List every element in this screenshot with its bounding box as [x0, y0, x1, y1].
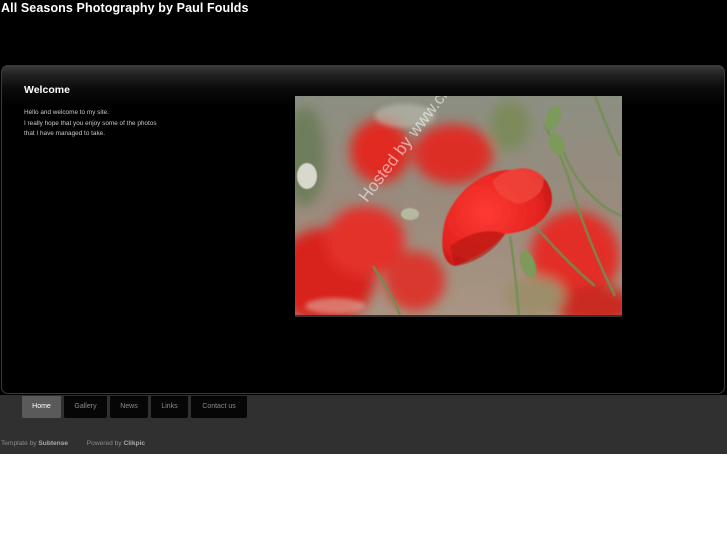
featured-photo[interactable]: Hosted by www.clikpic.com [295, 96, 622, 317]
intro-line-1: Hello and welcome to my site. [24, 109, 109, 116]
nav-home[interactable]: Home [22, 396, 61, 418]
powered-link[interactable]: Clikpic [123, 440, 145, 447]
intro-line-3: that I have managed to take. [24, 130, 106, 137]
template-link[interactable]: Subtense [38, 440, 68, 447]
nav-contact-us[interactable]: Contact us [191, 396, 247, 418]
nav-gallery[interactable]: Gallery [64, 396, 107, 418]
template-prefix: Template by [1, 440, 37, 447]
footer-credits: Template by Subtense Powered by Clikpic [1, 440, 145, 447]
welcome-heading: Welcome [24, 84, 70, 96]
nav-news[interactable]: News [110, 396, 148, 418]
site-title[interactable]: All Seasons Photography by Paul Foulds [1, 1, 249, 15]
intro-line-2: I really hope that you enjoy some of the… [24, 119, 157, 127]
welcome-text: Hello and welcome to my site. I really h… [24, 108, 224, 140]
powered-prefix: Powered by [86, 440, 122, 447]
content-panel: Welcome Hello and welcome to my site. I … [1, 65, 725, 394]
nav-links[interactable]: Links [151, 396, 188, 418]
main-nav: Home Gallery News Links Contact us [22, 396, 250, 418]
poppy-image [295, 96, 622, 315]
